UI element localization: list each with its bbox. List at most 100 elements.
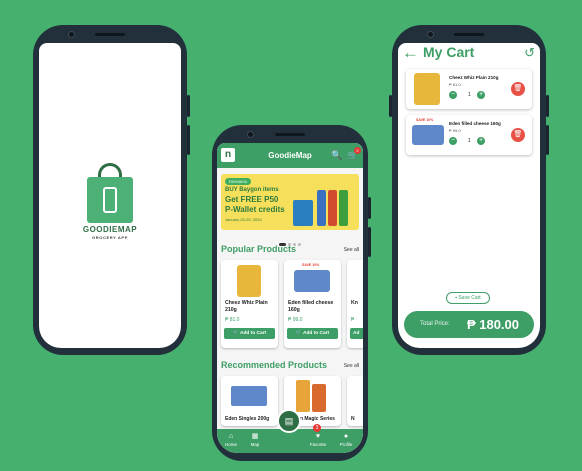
popular-products-title: Popular Products — [221, 244, 297, 254]
nav-map-label: Map — [250, 442, 260, 447]
front-camera — [68, 31, 75, 38]
promo-banner[interactable]: PAYMAYA BUY Baygon items Get FREE P50 P-… — [221, 174, 359, 230]
volume-button — [368, 197, 371, 219]
cart-item: Cheez Whiz Plain 210g ₱ 81.0 − 1 + 🗑 — [406, 69, 532, 109]
cart-fab-button[interactable]: ▤ — [277, 409, 301, 433]
cart-item: SAVE 10% Eden filled cheese 160g ₱ 99.0 … — [406, 115, 532, 155]
banner-dates: January 20-25, 2024 — [225, 217, 262, 222]
banner-pill: PAYMAYA — [225, 178, 251, 185]
product-card[interactable]: N — [347, 376, 363, 426]
shopping-bag-icon — [85, 163, 135, 223]
history-icon[interactable]: ↺ — [524, 45, 535, 61]
banner-product-image — [339, 190, 348, 226]
back-arrow-icon[interactable]: ← — [402, 43, 419, 63]
trash-icon: 🗑 — [513, 85, 523, 92]
app-tagline: GROCERY APP — [92, 235, 128, 240]
volume-button — [389, 95, 392, 117]
total-label: Total Price: — [420, 321, 450, 327]
product-name: Eden Singles 200g — [225, 416, 270, 422]
product-image — [414, 73, 440, 105]
cart-item-price: ₱ 99.0 — [449, 128, 461, 133]
volume-button — [187, 95, 190, 117]
add-to-cart-label: Add to Cart — [303, 331, 330, 336]
cart-item-name: Eden filled cheese 160g — [449, 121, 501, 126]
discount-tag: SAVE 10% — [302, 263, 320, 267]
discount-tag: SAVE 10% — [416, 118, 434, 122]
add-to-cart-button[interactable]: 🛒 Add to Cart — [287, 328, 338, 339]
nav-profile-label: Profile — [339, 442, 353, 447]
add-to-cart-label: Add to Cart — [240, 331, 267, 336]
cart-screen: ← My Cart ↺ Cheez Whiz Plain 210g ₱ 81.0… — [398, 43, 540, 348]
heart-icon: ♥ — [315, 433, 321, 440]
cart-item-name: Cheez Whiz Plain 210g — [449, 75, 499, 80]
speaker-grille — [275, 133, 305, 136]
power-button — [368, 227, 371, 257]
product-card[interactable]: Kn ₱ Ad — [347, 260, 363, 348]
cart-item-quantity: 1 — [468, 92, 471, 98]
increase-quantity-button[interactable]: + — [477, 91, 485, 99]
product-name: Eden filled cheese 160g — [288, 300, 334, 313]
front-camera — [427, 31, 434, 38]
product-card[interactable]: Cheez Whiz Plain 210g ₱ 81.0 🛒 Add to Ca… — [221, 260, 278, 348]
add-to-cart-label: Ad — [353, 331, 360, 336]
front-camera — [247, 131, 254, 138]
power-button — [546, 125, 549, 155]
add-to-cart-button[interactable]: 🛒 Add to Cart — [224, 328, 275, 339]
banner-product-image — [293, 200, 313, 226]
product-name: N — [351, 416, 355, 422]
product-price: ₱ 81.0 — [225, 317, 240, 323]
recommended-see-all-link[interactable]: See all — [344, 363, 359, 369]
banner-line-1: BUY Baygon items — [225, 187, 279, 193]
product-image — [237, 265, 261, 297]
home-icon: ⌂ — [228, 433, 234, 440]
save-cart-label: Save Cart — [458, 295, 481, 301]
volume-button — [546, 95, 549, 117]
trash-icon: 🗑 — [513, 131, 523, 138]
scan-icon: ▤ — [284, 416, 294, 426]
product-price: ₱ 99.0 — [288, 317, 303, 323]
product-image — [296, 380, 310, 412]
banner-line-3: P-Wallet credits — [225, 205, 285, 214]
banner-product-image — [317, 190, 326, 226]
popular-see-all-link[interactable]: See all — [344, 247, 359, 253]
app-header: n GoodieMap 🔍 🛒 2 — [217, 143, 363, 168]
home-screen: n GoodieMap 🔍 🛒 2 PAYMAYA BUY Baygon ite… — [217, 143, 363, 453]
product-image — [231, 386, 267, 406]
cart-title: My Cart — [423, 44, 475, 60]
speaker-grille — [454, 33, 484, 36]
phone-splash: GOODIEMAP GROCERY APP — [33, 25, 190, 355]
nav-favorite[interactable]: ♥ Favorite — [306, 433, 330, 447]
nav-map[interactable]: ▦ Map — [243, 433, 267, 447]
recommended-products-title: Recommended Products — [221, 360, 328, 370]
delete-item-button[interactable]: 🗑 — [511, 82, 525, 96]
product-card[interactable]: SAVE 10% Eden filled cheese 160g ₱ 99.0 … — [284, 260, 341, 348]
power-button — [187, 125, 190, 155]
total-price-bar: Total Price: ₱ 180.00 — [404, 311, 534, 338]
decrease-quantity-button[interactable]: − — [449, 137, 457, 145]
search-icon[interactable]: 🔍 — [331, 150, 342, 161]
save-cart-button[interactable]: ▪ Save Cart — [446, 292, 490, 304]
cart-badge: 2 — [354, 147, 361, 154]
product-card[interactable]: Eden Singles 200g — [221, 376, 278, 426]
speaker-grille — [95, 33, 125, 36]
splash-screen: GOODIEMAP GROCERY APP — [39, 43, 181, 348]
profile-icon: ● — [343, 433, 349, 440]
total-value: ₱ 180.00 — [466, 317, 519, 332]
map-icon: ▦ — [251, 433, 259, 440]
app-logo: GOODIEMAP GROCERY APP — [39, 163, 181, 240]
nav-home-label: Home — [224, 442, 237, 447]
product-name: Kn — [351, 300, 358, 306]
app-name: GOODIEMAP — [82, 225, 138, 234]
increase-quantity-button[interactable]: + — [477, 137, 485, 145]
nav-home[interactable]: ⌂ Home — [219, 433, 243, 447]
add-to-cart-button[interactable]: Ad — [350, 328, 363, 339]
nav-profile[interactable]: ● Profile — [334, 433, 358, 447]
decrease-quantity-button[interactable]: − — [449, 91, 457, 99]
delete-item-button[interactable]: 🗑 — [511, 128, 525, 142]
save-icon: ▪ — [455, 295, 458, 301]
product-image — [412, 125, 444, 145]
phone-cart: ← My Cart ↺ Cheez Whiz Plain 210g ₱ 81.0… — [389, 25, 549, 355]
cart-item-price: ₱ 81.0 — [449, 82, 461, 87]
phone-home: n GoodieMap 🔍 🛒 2 PAYMAYA BUY Baygon ite… — [212, 125, 371, 461]
nav-favorite-label: Favorite — [309, 442, 327, 447]
